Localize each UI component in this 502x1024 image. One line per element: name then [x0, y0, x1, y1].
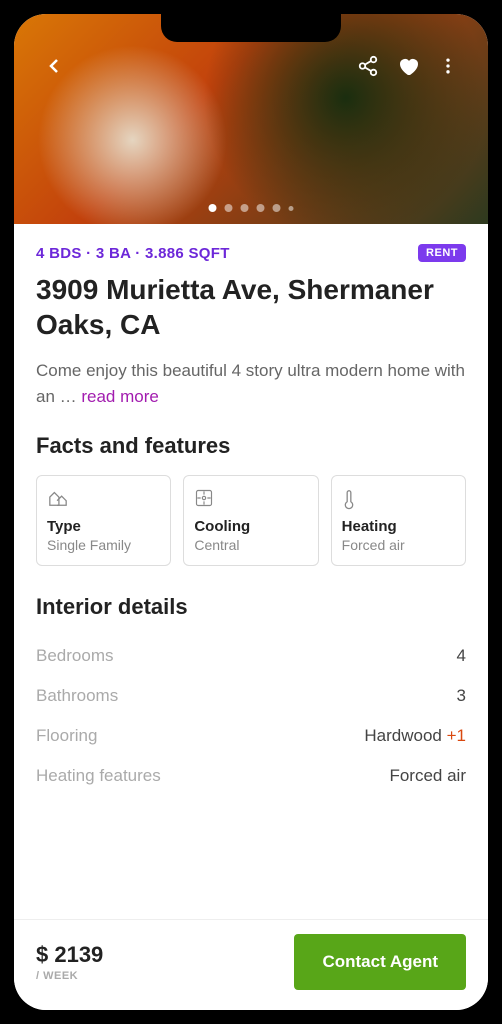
status-badge: RENT	[418, 244, 466, 262]
detail-row: Heating featuresForced air	[36, 756, 466, 796]
property-description: Come enjoy this beautiful 4 story ultra …	[36, 358, 466, 409]
house-icon	[47, 488, 160, 510]
detail-row: Bathrooms3	[36, 676, 466, 716]
detail-row: Bedrooms4	[36, 636, 466, 676]
property-title: 3909 Murietta Ave, Shermaner Oaks, CA	[36, 272, 466, 342]
heart-icon[interactable]	[388, 46, 428, 86]
price-period: / WEEK	[36, 970, 103, 982]
carousel-dots[interactable]	[209, 204, 294, 212]
share-icon[interactable]	[348, 46, 388, 86]
price: $ 2139	[36, 942, 103, 968]
more-icon[interactable]	[428, 46, 468, 86]
footer-bar: $ 2139 / WEEK Contact Agent	[14, 919, 488, 1010]
interior-list: Bedrooms4 Bathrooms3 FlooringHardwood +1…	[36, 636, 466, 796]
back-icon[interactable]	[34, 46, 74, 86]
detail-row: FlooringHardwood +1	[36, 716, 466, 756]
interior-heading: Interior details	[36, 594, 466, 620]
contact-agent-button[interactable]: Contact Agent	[294, 934, 466, 990]
hero-image[interactable]	[14, 14, 488, 224]
feature-card-cooling: Cooling Central	[183, 475, 318, 566]
fan-icon	[194, 488, 307, 510]
feature-card-type: Type Single Family	[36, 475, 171, 566]
feature-card-heating: Heating Forced air	[331, 475, 466, 566]
facts-heading: Facts and features	[36, 433, 466, 459]
property-stats: 4 BDS · 3 BA · 3.886 SQFT	[36, 245, 230, 262]
read-more-link[interactable]: read more	[81, 387, 158, 406]
feature-cards: Type Single Family Cooling Central Heati…	[36, 475, 466, 566]
thermometer-icon	[342, 488, 455, 510]
